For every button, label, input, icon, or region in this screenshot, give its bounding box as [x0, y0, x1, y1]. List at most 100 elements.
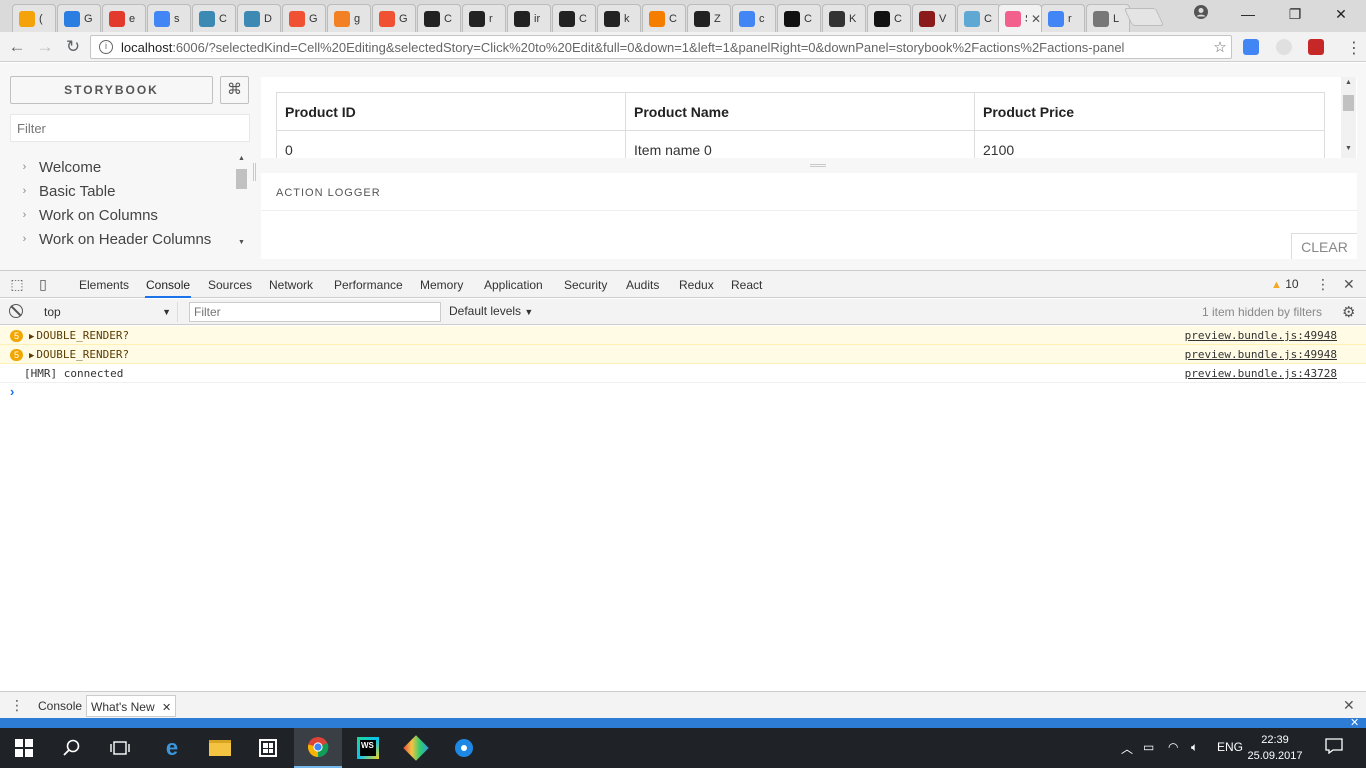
- console-filter-input[interactable]: [189, 302, 441, 322]
- devtools-tab-audits[interactable]: Audits: [625, 271, 660, 298]
- devtools-tab-react[interactable]: React: [730, 271, 763, 298]
- story-filter-input[interactable]: [10, 114, 250, 142]
- browser-tab[interactable]: C: [777, 4, 821, 32]
- bookmark-star-icon[interactable]: ☆: [1209, 38, 1231, 56]
- column-header-product-name[interactable]: Product Name: [625, 92, 975, 131]
- browser-tab[interactable]: (: [12, 4, 56, 32]
- taskbar-edge[interactable]: e: [148, 728, 196, 768]
- browser-tab[interactable]: C: [957, 4, 1001, 32]
- table-cell[interactable]: 2100: [974, 130, 1325, 158]
- expand-triangle-icon[interactable]: ▶: [29, 332, 34, 342]
- browser-tab[interactable]: C: [867, 4, 911, 32]
- forward-icon[interactable]: →: [34, 36, 56, 58]
- browser-tab[interactable]: c: [732, 4, 776, 32]
- chrome-menu-icon[interactable]: ⋮: [1346, 38, 1362, 58]
- close-window-icon[interactable]: ✕: [1329, 4, 1353, 24]
- devtools-tab-memory[interactable]: Memory: [419, 271, 464, 298]
- scroll-up-icon[interactable]: ▲: [235, 155, 248, 162]
- browser-tab[interactable]: Z: [687, 4, 731, 32]
- shortcuts-button[interactable]: ⌘: [220, 76, 249, 104]
- browser-tab[interactable]: C: [552, 4, 596, 32]
- preview-scrollbar[interactable]: ▲ ▼: [1341, 77, 1356, 158]
- table-cell[interactable]: Item name 0: [625, 130, 975, 158]
- devtools-tab-console[interactable]: Console: [145, 271, 192, 298]
- devtools-tab-application[interactable]: Application: [483, 271, 544, 298]
- browser-tab[interactable]: G: [57, 4, 101, 32]
- console-message[interactable]: 5 ▶ DOUBLE_RENDER? preview.bundle.js:4994…: [0, 326, 1366, 345]
- browser-tab[interactable]: g: [327, 4, 371, 32]
- browser-tab[interactable]: e: [102, 4, 146, 32]
- console-message[interactable]: 5 ▶ DOUBLE_RENDER? preview.bundle.js:4994…: [0, 345, 1366, 364]
- source-link[interactable]: preview.bundle.js:49948: [1185, 326, 1337, 345]
- volume-icon[interactable]: 🔈︎: [1191, 740, 1198, 755]
- wifi-icon[interactable]: ◠: [1168, 740, 1178, 754]
- inspect-element-icon[interactable]: ⬚: [8, 275, 26, 293]
- browser-tab[interactable]: C: [417, 4, 461, 32]
- browser-tab[interactable]: L: [1086, 4, 1130, 32]
- browser-tab[interactable]: C: [192, 4, 236, 32]
- scroll-thumb[interactable]: [1343, 95, 1354, 111]
- console-message[interactable]: [HMR] connected preview.bundle.js:43728: [0, 364, 1366, 383]
- scroll-thumb[interactable]: [236, 169, 247, 189]
- column-header-product-id[interactable]: Product ID: [276, 92, 626, 131]
- taskbar-webstorm[interactable]: WS: [344, 728, 392, 768]
- notifications-icon[interactable]: [1325, 738, 1343, 757]
- browser-tab[interactable]: k: [597, 4, 641, 32]
- table-cell[interactable]: 0: [276, 130, 626, 158]
- story-list-scrollbar[interactable]: ▲ ▼: [235, 155, 248, 251]
- start-button[interactable]: [0, 728, 48, 768]
- close-icon[interactable]: ✕: [162, 702, 171, 714]
- drawer-tab-whats-new[interactable]: What's New ✕: [86, 695, 177, 717]
- browser-tab[interactable]: C: [642, 4, 686, 32]
- console-settings-gear-icon[interactable]: ⚙: [1342, 303, 1355, 321]
- browser-tab[interactable]: G: [372, 4, 416, 32]
- language-indicator[interactable]: ENG: [1217, 740, 1243, 754]
- restore-icon[interactable]: ❐: [1283, 4, 1307, 24]
- browser-tab[interactable]: s: [147, 4, 191, 32]
- source-link[interactable]: preview.bundle.js:49948: [1185, 345, 1337, 364]
- show-hidden-icons-icon[interactable]: ︿: [1121, 740, 1133, 757]
- browser-tab[interactable]: D: [237, 4, 281, 32]
- info-icon[interactable]: i: [99, 40, 113, 54]
- console-prompt-icon[interactable]: ›: [10, 384, 14, 399]
- story-item-work-on-columns[interactable]: › Work on Columns: [10, 203, 240, 227]
- reload-icon[interactable]: ↻: [62, 36, 84, 58]
- minimize-icon[interactable]: —: [1236, 4, 1260, 24]
- react-devtools-extension-icon[interactable]: [1308, 39, 1324, 55]
- scroll-down-icon[interactable]: ▼: [1342, 145, 1355, 152]
- extension-icon[interactable]: [1276, 39, 1292, 55]
- context-selector[interactable]: top ▼: [36, 302, 178, 322]
- source-link[interactable]: preview.bundle.js:43728: [1185, 364, 1337, 383]
- browser-tab[interactable]: St ✕: [998, 4, 1042, 32]
- translate-extension-icon[interactable]: [1243, 39, 1259, 55]
- search-button[interactable]: [48, 728, 96, 768]
- warning-counter[interactable]: ▲ 10: [1271, 277, 1299, 291]
- devtools-tab-performance[interactable]: Performance: [333, 271, 404, 298]
- storybook-brand-button[interactable]: STORYBOOK: [10, 76, 213, 104]
- devtools-menu-icon[interactable]: ⋮: [1316, 276, 1330, 293]
- close-tab-icon[interactable]: ✕: [1031, 12, 1041, 26]
- browser-tab[interactable]: K: [822, 4, 866, 32]
- clear-console-icon[interactable]: [9, 304, 23, 318]
- column-header-product-price[interactable]: Product Price: [974, 92, 1325, 131]
- device-toolbar-icon[interactable]: ▯: [34, 275, 52, 293]
- sidebar-resize-handle[interactable]: [253, 163, 256, 181]
- story-item-basic-table[interactable]: › Basic Table: [10, 179, 240, 203]
- taskbar-file-explorer[interactable]: [196, 728, 244, 768]
- close-devtools-icon[interactable]: ✕: [1343, 276, 1355, 293]
- devtools-tab-redux[interactable]: Redux: [678, 271, 715, 298]
- taskbar-gitkraken[interactable]: [392, 728, 440, 768]
- browser-tab[interactable]: G: [282, 4, 326, 32]
- taskbar-maps[interactable]: [440, 728, 488, 768]
- taskbar-chrome[interactable]: [294, 728, 342, 768]
- close-drawer-icon[interactable]: ✕: [1343, 697, 1355, 714]
- expand-triangle-icon[interactable]: ▶: [29, 351, 34, 361]
- browser-tab[interactable]: ir: [507, 4, 551, 32]
- browser-tab[interactable]: V: [912, 4, 956, 32]
- address-bar[interactable]: i localhost:6006/?selectedKind=Cell%20Ed…: [90, 35, 1232, 59]
- scroll-up-icon[interactable]: ▲: [1342, 79, 1355, 86]
- devtools-tab-network[interactable]: Network: [268, 271, 314, 298]
- devtools-tab-elements[interactable]: Elements: [78, 271, 130, 298]
- log-levels-dropdown[interactable]: Default levels ▼: [449, 304, 533, 318]
- back-icon[interactable]: ←: [6, 36, 28, 58]
